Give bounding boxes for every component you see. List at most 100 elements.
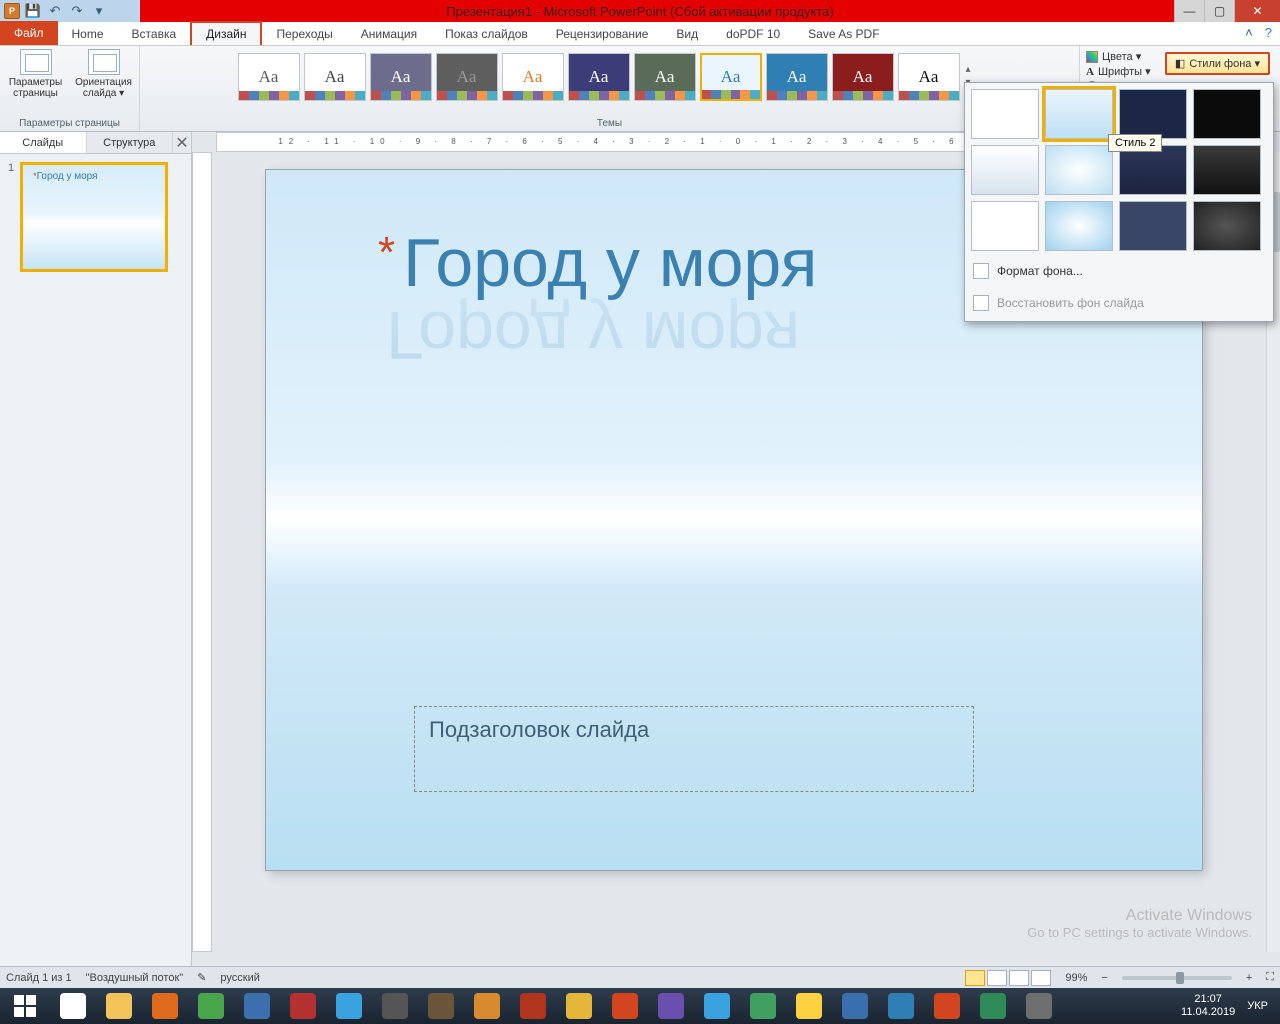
taskbar-app-15[interactable]: [742, 991, 784, 1021]
taskbar-app-20[interactable]: [972, 991, 1014, 1021]
theme-thumb-9[interactable]: Aa: [832, 53, 894, 101]
taskbar-app-6[interactable]: [328, 991, 370, 1021]
taskbar-app-18[interactable]: [880, 991, 922, 1021]
view-slideshow-button[interactable]: [1031, 970, 1051, 986]
slides-pane-close-icon[interactable]: ✕: [173, 132, 191, 153]
tab-animations[interactable]: Анимация: [347, 23, 431, 45]
taskbar-app-7[interactable]: [374, 991, 416, 1021]
taskbar-app-17[interactable]: [834, 991, 876, 1021]
qat-more-icon[interactable]: ▾: [90, 2, 108, 20]
bg-style-6[interactable]: [1045, 145, 1113, 195]
qat-save-icon[interactable]: 💾: [24, 2, 42, 20]
tab-design[interactable]: Дизайн: [190, 21, 262, 45]
slide-thumbnail-1[interactable]: 1 *Город у моря: [0, 154, 191, 280]
thumb-title: Город у моря: [37, 171, 98, 182]
tab-insert[interactable]: Вставка: [118, 23, 191, 45]
close-button[interactable]: ✕: [1234, 0, 1280, 22]
tab-home[interactable]: Home: [58, 23, 118, 45]
theme-thumb-10[interactable]: Aa: [898, 53, 960, 101]
taskbar-app-16[interactable]: [788, 991, 830, 1021]
tab-savepdf[interactable]: Save As PDF: [794, 23, 893, 45]
bg-style-8[interactable]: [1193, 145, 1261, 195]
qat-redo-icon[interactable]: ↷: [68, 2, 86, 20]
group-label-page-setup: Параметры страницы: [19, 116, 120, 129]
zoom-slider[interactable]: [1122, 976, 1232, 980]
bg-style-tooltip: Стиль 2: [1108, 134, 1162, 152]
zoom-in-button[interactable]: +: [1246, 972, 1252, 984]
tab-file[interactable]: Файл: [0, 21, 58, 45]
qat-undo-icon[interactable]: ↶: [46, 2, 64, 20]
view-reading-button[interactable]: [1009, 970, 1029, 986]
format-bg-label: Формат фона...: [997, 264, 1083, 278]
keyboard-layout[interactable]: УКР: [1247, 1000, 1268, 1012]
taskbar-app-11[interactable]: [558, 991, 600, 1021]
taskbar-app-9[interactable]: [466, 991, 508, 1021]
bg-style-7[interactable]: [1119, 145, 1187, 195]
bg-style-12[interactable]: [1193, 201, 1261, 251]
status-spellcheck-icon[interactable]: ✎: [197, 971, 206, 984]
background-styles-button[interactable]: ◧ Стили фона ▾: [1165, 52, 1270, 75]
bg-style-10[interactable]: [1045, 201, 1113, 251]
help-icon[interactable]: ?: [1265, 25, 1272, 40]
theme-thumb-5[interactable]: Aa: [568, 53, 630, 101]
tab-slideshow[interactable]: Показ слайдов: [431, 23, 542, 45]
taskbar-apps: [52, 991, 1060, 1021]
minimize-button[interactable]: —: [1174, 0, 1204, 22]
theme-thumb-3[interactable]: Aa: [436, 53, 498, 101]
tab-slides[interactable]: Слайды: [0, 132, 87, 153]
theme-thumb-7[interactable]: Aa: [700, 53, 762, 101]
taskbar-app-8[interactable]: [420, 991, 462, 1021]
background-styles-dropdown: Стиль 2 Формат фона... Восстановить фон …: [964, 82, 1274, 322]
bg-style-4[interactable]: [1193, 89, 1261, 139]
taskbar-app-14[interactable]: [696, 991, 738, 1021]
status-slide-count: Слайд 1 из 1: [6, 972, 72, 984]
tab-outline[interactable]: Структура: [87, 132, 174, 153]
taskbar-app-13[interactable]: [650, 991, 692, 1021]
theme-thumb-8[interactable]: Aa: [766, 53, 828, 101]
zoom-out-button[interactable]: −: [1101, 972, 1107, 984]
bg-style-1[interactable]: [971, 89, 1039, 139]
zoom-knob[interactable]: [1176, 972, 1184, 984]
taskbar-app-3[interactable]: [190, 991, 232, 1021]
status-language[interactable]: русский: [220, 972, 259, 984]
subtitle-placeholder[interactable]: Подзаголовок слайда: [414, 706, 974, 792]
taskbar-app-4[interactable]: [236, 991, 278, 1021]
slide-title-text[interactable]: *Город у моря Город у моря: [386, 224, 817, 302]
bg-style-5[interactable]: [971, 145, 1039, 195]
start-button[interactable]: [4, 991, 46, 1021]
taskbar-app-19[interactable]: [926, 991, 968, 1021]
page-setup-button[interactable]: Параметры страницы: [7, 49, 65, 99]
taskbar-app-12[interactable]: [604, 991, 646, 1021]
page-setup-icon: [20, 49, 52, 75]
fit-to-window-button[interactable]: ⛶: [1266, 971, 1274, 984]
tab-dopdf[interactable]: doPDF 10: [712, 23, 794, 45]
bg-style-11[interactable]: [1119, 201, 1187, 251]
theme-thumb-0[interactable]: Aa: [238, 53, 300, 101]
bg-style-3[interactable]: [1119, 89, 1187, 139]
taskbar-app-1[interactable]: [98, 991, 140, 1021]
slide-orientation-button[interactable]: Ориентация слайда ▾: [75, 49, 133, 99]
view-normal-button[interactable]: [965, 970, 985, 986]
ribbon-minimize-icon[interactable]: ˄: [1245, 25, 1253, 40]
theme-thumb-2[interactable]: Aa: [370, 53, 432, 101]
theme-thumb-1[interactable]: Aa: [304, 53, 366, 101]
taskbar-clock[interactable]: 21:07 11.04.2019: [1181, 993, 1241, 1019]
format-bg-icon: [973, 263, 989, 279]
bg-style-2[interactable]: Стиль 2: [1045, 89, 1113, 139]
tab-review[interactable]: Рецензирование: [542, 23, 663, 45]
view-sorter-button[interactable]: [987, 970, 1007, 986]
taskbar-app-0[interactable]: [52, 991, 94, 1021]
theme-thumb-4[interactable]: Aa: [502, 53, 564, 101]
tab-view[interactable]: Вид: [662, 23, 712, 45]
theme-thumb-6[interactable]: Aa: [634, 53, 696, 101]
taskbar-app-5[interactable]: [282, 991, 324, 1021]
themes-gallery[interactable]: AaAaAaAaAaAaAaAaAaAaAa▴▾≡: [232, 49, 988, 116]
bg-style-9[interactable]: [971, 201, 1039, 251]
format-background-menu[interactable]: Формат фона...: [971, 259, 1267, 283]
maximize-button[interactable]: ▢: [1204, 0, 1234, 22]
tab-transitions[interactable]: Переходы: [262, 23, 346, 45]
taskbar-app-2[interactable]: [144, 991, 186, 1021]
activate-windows-watermark: Activate Windows Go to PC settings to ac…: [1027, 907, 1252, 940]
taskbar-app-21[interactable]: [1018, 991, 1060, 1021]
taskbar-app-10[interactable]: [512, 991, 554, 1021]
